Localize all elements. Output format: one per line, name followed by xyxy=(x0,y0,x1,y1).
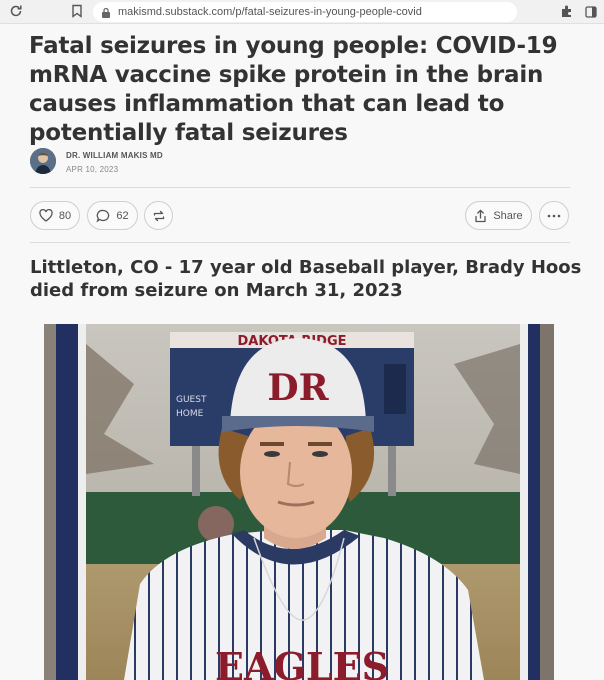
divider xyxy=(30,242,570,243)
like-count: 80 xyxy=(58,209,72,222)
player-photo: DAKOTA RIDGE GUEST HOME EAGLES DR xyxy=(44,324,554,680)
jersey-text: EAGLES xyxy=(215,644,389,680)
address-bar[interactable]: makismd.substack.com/p/fatal-seizures-in… xyxy=(93,2,517,22)
author-avatar[interactable] xyxy=(30,148,56,174)
publish-date: APR 10, 2023 xyxy=(66,165,119,174)
scoreboard-home: HOME xyxy=(176,409,204,419)
reload-icon[interactable] xyxy=(9,4,23,18)
divider xyxy=(30,187,570,188)
more-options-button[interactable] xyxy=(539,201,569,230)
like-button[interactable]: 80 xyxy=(30,201,80,230)
browser-toolbar: makismd.substack.com/p/fatal-seizures-in… xyxy=(0,0,604,24)
article-subheading: Littleton, CO - 17 year old Baseball pla… xyxy=(30,257,582,301)
restack-icon xyxy=(152,209,166,223)
cap-logo: DR xyxy=(267,367,329,409)
more-icon xyxy=(547,214,561,218)
share-icon xyxy=(474,209,487,223)
url-text: makismd.substack.com/p/fatal-seizures-in… xyxy=(118,6,422,18)
share-button[interactable]: Share xyxy=(465,201,532,230)
share-label: Share xyxy=(493,209,523,222)
restack-button[interactable] xyxy=(144,201,173,230)
scoreboard-guest: GUEST xyxy=(176,395,207,405)
side-panel-icon[interactable] xyxy=(585,5,597,18)
comment-count: 62 xyxy=(116,209,129,222)
comment-icon xyxy=(96,209,110,223)
author-name[interactable]: DR. WILLIAM MAKIS MD xyxy=(66,151,163,160)
bookmark-icon[interactable] xyxy=(71,4,83,18)
lock-icon xyxy=(101,6,111,18)
heart-icon xyxy=(39,209,53,222)
article-title: Fatal seizures in young people: COVID-19… xyxy=(29,33,558,146)
comment-button[interactable]: 62 xyxy=(87,201,138,230)
extensions-icon[interactable] xyxy=(560,4,574,18)
